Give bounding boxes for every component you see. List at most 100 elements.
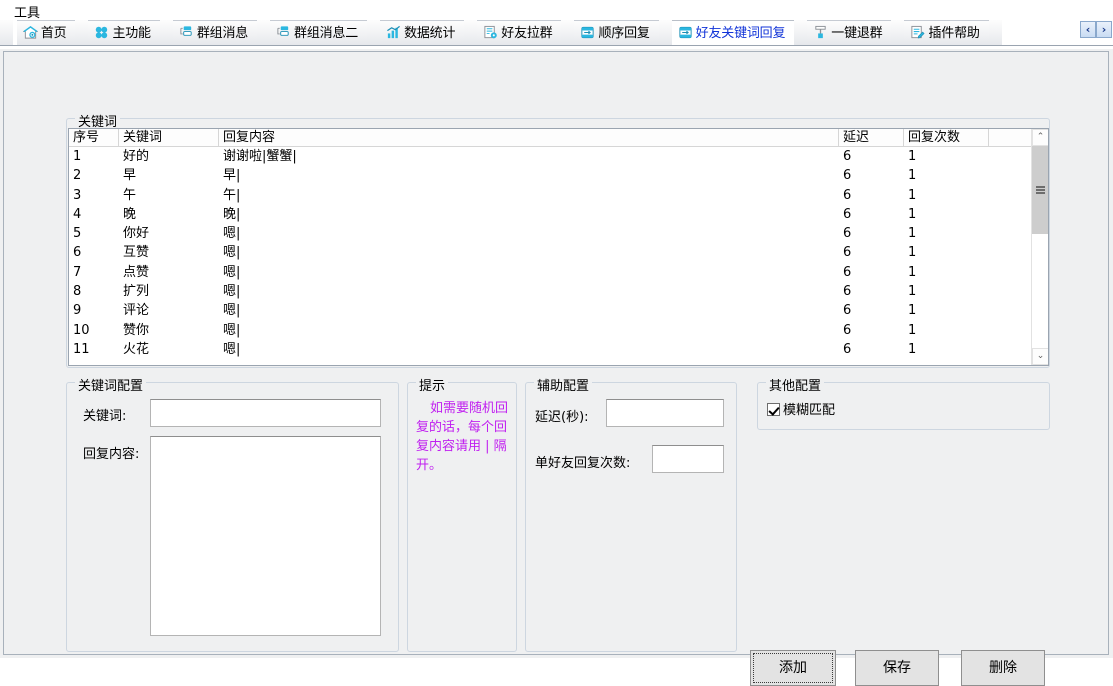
fuzzy-match-checkbox[interactable] [767, 403, 780, 416]
tab-label: 一键退群 [831, 26, 883, 41]
cell-delay: 6 [843, 149, 852, 164]
save-button[interactable]: 保存 [855, 650, 939, 686]
table-row[interactable]: 6 互赞 嗯| 6 1 [69, 243, 1048, 262]
menu-item-tool[interactable]: 工具 [14, 6, 40, 21]
cell-keyword: 晚 [123, 206, 137, 222]
times-input[interactable] [652, 445, 724, 473]
table-row[interactable]: 4 晚 晚| 6 1 [69, 205, 1048, 224]
reply-content-textarea[interactable] [150, 436, 381, 636]
cell-keyword: 你好 [123, 226, 150, 242]
times-field-label: 单好友回复次数: [535, 456, 631, 471]
cell-delay: 6 [843, 226, 852, 242]
delete-button[interactable]: 删除 [961, 650, 1045, 686]
tab-5[interactable]: 好友拉群 [477, 20, 562, 45]
delay-input[interactable] [606, 399, 724, 427]
tab-3[interactable]: 群组消息二 [270, 20, 368, 45]
tab-9[interactable]: 插件帮助 [904, 20, 989, 45]
group-message-icon [179, 24, 194, 39]
cell-reply: 嗯| [223, 264, 241, 280]
scroll-up-icon[interactable]: ⌃ [1032, 129, 1048, 146]
tab-2[interactable]: 群组消息 [172, 20, 258, 45]
table-row[interactable]: 8 扩列 嗯| 6 1 [69, 282, 1048, 301]
tab-separator [257, 20, 271, 45]
keyword-input[interactable] [150, 399, 381, 427]
cell-index: 9 [73, 303, 82, 319]
tab-6[interactable]: 顺序回复 [574, 20, 659, 45]
tab-scroll-prev-button[interactable]: ‹ [1080, 21, 1096, 38]
cell-reply: 晚| [223, 206, 241, 222]
keyword-list-group: 关键词 序号 关键词 回复内容 延迟 回复次数 1 好的 谢谢啦|蟹蟹| 6 1 2 早 早| 6 1 3 午… [66, 111, 1050, 368]
tab-separator [658, 20, 672, 45]
cell-reply: 午| [223, 187, 241, 203]
cell-keyword: 午 [123, 187, 137, 203]
table-row[interactable]: 2 早 早| 6 1 [69, 166, 1048, 185]
scrollbar-thumb[interactable] [1032, 146, 1048, 234]
table-row[interactable]: 3 午 午| 6 1 [69, 186, 1048, 205]
tab-7[interactable]: 好友关键词回复 [671, 20, 795, 45]
cell-times: 1 [908, 245, 917, 261]
column-header-2[interactable]: 回复内容 [219, 129, 839, 146]
column-header-1[interactable]: 关键词 [119, 129, 219, 146]
cell-times: 1 [908, 149, 917, 164]
cell-index: 4 [73, 206, 82, 222]
column-header-4[interactable]: 回复次数 [904, 129, 989, 146]
keyword-input-value [151, 400, 380, 406]
table-row[interactable]: 11 火花 嗯| 6 1 [69, 340, 1048, 359]
table-row[interactable]: 5 你好 嗯| 6 1 [69, 224, 1048, 243]
client-area: 关键词 序号 关键词 回复内容 延迟 回复次数 1 好的 谢谢啦|蟹蟹| 6 1 2 早 早| 6 1 3 午… [0, 48, 1113, 686]
tab-separator [464, 20, 478, 45]
cell-delay: 6 [843, 187, 852, 203]
tab-8[interactable]: 一键退群 [807, 20, 892, 45]
invite-group-icon [483, 24, 498, 39]
cell-reply: 嗯| [223, 284, 241, 300]
cell-times: 1 [908, 303, 917, 319]
tab-1[interactable]: 主功能 [88, 20, 160, 45]
cell-reply: 嗯| [223, 245, 241, 261]
cell-keyword: 火花 [123, 341, 150, 357]
delay-input-value [607, 400, 723, 406]
add-button[interactable]: 添加 [750, 650, 836, 686]
cell-times: 1 [908, 226, 917, 242]
cell-delay: 6 [843, 206, 852, 222]
tab-scroll-next-button[interactable]: › [1096, 21, 1112, 38]
fuzzy-match-checkbox-row[interactable]: 模糊匹配 [767, 399, 835, 418]
cell-keyword: 好的 [123, 149, 150, 164]
hint-group: 提示 如需要随机回复的话，每个回复内容请用 | 隔开。 [407, 375, 517, 652]
cell-reply: 嗯| [223, 303, 241, 319]
keyword-listview-scrollbar[interactable]: ⌃ ⌄ [1031, 129, 1048, 365]
tab-label: 好友关键词回复 [695, 26, 786, 41]
cell-delay: 6 [843, 303, 852, 319]
other-config-group: 其他配置 模糊匹配 [757, 375, 1050, 430]
cell-keyword: 扩列 [123, 284, 150, 300]
tab-0[interactable]: 首页 [16, 20, 76, 45]
aux-config-group: 辅助配置 延迟(秒): 单好友回复次数: [525, 375, 737, 652]
tab-4[interactable]: 数据统计 [380, 20, 465, 45]
fuzzy-match-label: 模糊匹配 [783, 403, 836, 418]
cell-times: 1 [908, 264, 917, 280]
keyword-listview-body: 1 好的 谢谢啦|蟹蟹| 6 1 2 早早| 6 1 3 午午| 6 1 4 晚晚| 6 1 5 你好 嗯| 6 1 6 互赞… [69, 147, 1048, 359]
cell-keyword: 早 [123, 168, 137, 184]
other-config-group-title: 其他配置 [766, 375, 825, 394]
tab-separator [561, 20, 575, 45]
scroll-down-icon[interactable]: ⌄ [1032, 348, 1048, 365]
cell-index: 7 [73, 264, 82, 280]
table-row[interactable]: 10 赞你 嗯| 6 1 [69, 321, 1048, 340]
cell-index: 5 [73, 226, 82, 242]
column-header-0[interactable]: 序号 [69, 129, 119, 146]
tab-strip: 首页 主功能 群组消息 群组消息二 数据统计 好友拉群 顺序回复 好友关键词回复 一键退群 插件帮… [0, 20, 1113, 46]
keyword-listview[interactable]: 序号 关键词 回复内容 延迟 回复次数 1 好的 谢谢啦|蟹蟹| 6 1 2 早早| 6 1 3 午午| 6 1… [68, 128, 1049, 366]
tab-separator [0, 20, 13, 45]
table-row[interactable]: 7 点赞 嗯| 6 1 [69, 263, 1048, 282]
table-row[interactable]: 9 评论 嗯| 6 1 [69, 301, 1048, 320]
cell-delay: 6 [843, 322, 852, 338]
cell-index: 11 [73, 341, 90, 357]
tab-label: 顺序回复 [598, 26, 650, 41]
menu-bar: 工具 [0, 0, 1113, 21]
table-row[interactable]: 1 好的 谢谢啦|蟹蟹| 6 1 [69, 147, 1048, 166]
tab-label: 数据统计 [404, 26, 456, 41]
hint-text: 如需要随机回复的话，每个回复内容请用 | 隔开。 [416, 401, 509, 473]
aux-config-group-title: 辅助配置 [534, 375, 593, 394]
tab-label: 插件帮助 [928, 26, 980, 41]
column-header-3[interactable]: 延迟 [839, 129, 904, 146]
reply-content-value [151, 437, 380, 445]
